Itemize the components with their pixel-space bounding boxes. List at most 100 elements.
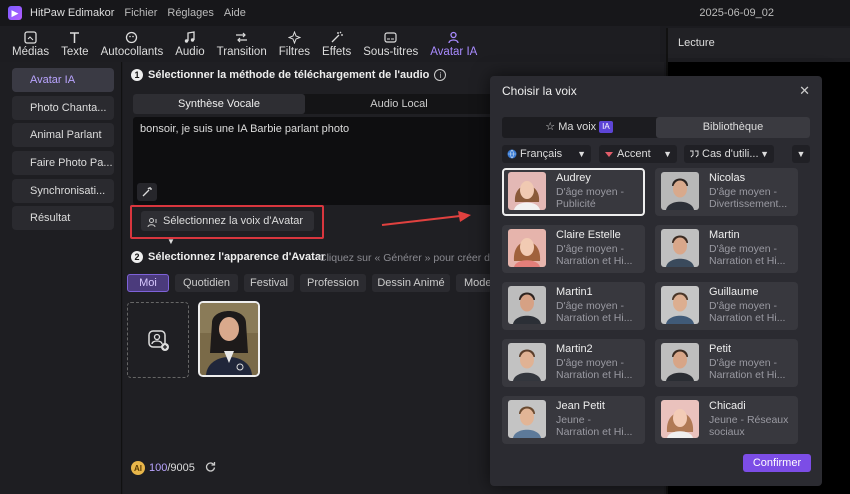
step2-heading: 2 Sélectionnez l'apparence d'Avatar bbox=[131, 251, 325, 263]
tab-my-voice[interactable]: ☆ Ma voix IA bbox=[502, 117, 656, 138]
refresh-icon[interactable] bbox=[205, 461, 216, 475]
project-name: 2025-06-09_02 bbox=[699, 7, 774, 19]
magic-wand-icon[interactable] bbox=[137, 183, 157, 201]
step2-number: 2 bbox=[131, 251, 143, 263]
select-voice-button[interactable]: Sélectionnez la voix d'Avatar ▼ bbox=[141, 211, 314, 246]
tool-label: Filtres bbox=[278, 45, 311, 58]
upload-avatar-button[interactable] bbox=[127, 302, 189, 378]
globe-icon bbox=[507, 149, 517, 159]
category-moi[interactable]: Moi bbox=[127, 274, 169, 292]
category-quotidien[interactable]: Quotidien bbox=[175, 274, 238, 292]
filter-icon bbox=[287, 31, 301, 45]
chevron-down-icon: ▼ bbox=[760, 149, 769, 159]
expand-filters-button[interactable]: ▼ bbox=[792, 145, 810, 163]
voice-card-petit[interactable]: Petit D'âge moyen - Narration et Hi... bbox=[655, 339, 798, 387]
voice-card-jean-petit[interactable]: Jean Petit Jeune - Narration et Hi... bbox=[502, 396, 645, 444]
tab-bibliotheque[interactable]: Bibliothèque bbox=[656, 117, 810, 138]
tool-audio[interactable]: Audio bbox=[169, 26, 210, 62]
tool-label: Effets bbox=[322, 45, 352, 58]
voice-select-highlight: Sélectionnez la voix d'Avatar ▼ bbox=[130, 205, 324, 246]
tool-avatar-ia[interactable]: Avatar IA bbox=[424, 26, 483, 62]
tool-sous-titres[interactable]: Sous-titres bbox=[357, 26, 424, 62]
sidebar-item-synchronisation[interactable]: Synchronisati... bbox=[12, 179, 114, 203]
sidebar-item-faire-photo-parler[interactable]: Faire Photo Pa... bbox=[12, 151, 114, 175]
menu-reglages[interactable]: Réglages bbox=[167, 7, 213, 19]
tool-medias[interactable]: Médias bbox=[0, 26, 55, 62]
voice-card-nicolas[interactable]: Nicolas D'âge moyen - Divertissement... bbox=[655, 168, 798, 216]
audio-method-tabs: Synthèse Vocale Audio Local bbox=[133, 94, 493, 114]
tool-autocollants[interactable]: Autocollants bbox=[95, 26, 170, 62]
tool-label: Texte bbox=[61, 45, 89, 58]
voice-name: Chicadi bbox=[709, 400, 746, 412]
sidebar-item-photo-chantante[interactable]: Photo Chanta... bbox=[12, 96, 114, 120]
voice-card-claire-estelle[interactable]: Claire Estelle D'âge moyen - Narration et… bbox=[502, 225, 645, 273]
voice-desc: Jeune - Réseaux sociaux bbox=[709, 414, 789, 438]
voice-avatar-jean-petit bbox=[508, 400, 546, 438]
tool-texte[interactable]: Texte bbox=[55, 26, 95, 62]
voice-card-martin[interactable]: Martin D'âge moyen - Narration et Hi... bbox=[655, 225, 798, 273]
sidebar-item-avatar-ia[interactable]: Avatar IA bbox=[12, 68, 114, 92]
confirm-button[interactable]: Confirmer bbox=[743, 454, 811, 472]
info-icon[interactable]: i bbox=[434, 69, 447, 81]
voice-avatar-nicolas bbox=[661, 172, 699, 210]
voice-card-guillaume[interactable]: Guillaume D'âge moyen - Narration et Hi..… bbox=[655, 282, 798, 330]
select-voice-label: Sélectionnez la voix d'Avatar bbox=[163, 215, 304, 227]
sidebar-item-animal-parlant[interactable]: Animal Parlant bbox=[12, 123, 114, 147]
avatar-thumbnail[interactable] bbox=[198, 301, 260, 377]
use-case-filter[interactable]: Cas d'utili... ▼ bbox=[684, 145, 774, 163]
voice-card-audrey[interactable]: Audrey D'âge moyen - Publicité bbox=[502, 168, 645, 216]
sidebar: Avatar IA Photo Chanta... Animal Parlant… bbox=[0, 62, 122, 494]
tab-synthese-vocale[interactable]: Synthèse Vocale bbox=[133, 94, 305, 114]
voice-avatar-martin bbox=[661, 229, 699, 267]
main-toolbar: Médias Texte Autocollants Audio Transiti… bbox=[0, 26, 660, 62]
voice-desc: D'âge moyen - Narration et Hi... bbox=[709, 243, 786, 267]
category-dessin-anime[interactable]: Dessin Animé bbox=[372, 274, 450, 292]
menu-fichier[interactable]: Fichier bbox=[124, 7, 157, 19]
add-photo-icon bbox=[148, 330, 169, 351]
voice-card-chicadi[interactable]: Chicadi Jeune - Réseaux sociaux bbox=[655, 396, 798, 444]
step1-title: Sélectionner la méthode de téléchargemen… bbox=[148, 69, 430, 81]
tab-audio-local[interactable]: Audio Local bbox=[305, 94, 493, 114]
voice-avatar-martin2 bbox=[508, 343, 546, 381]
language-filter[interactable]: Français ▼ bbox=[502, 145, 591, 163]
quote-icon bbox=[690, 150, 699, 158]
voice-desc: D'âge moyen - Narration et Hi... bbox=[709, 357, 786, 381]
voice-card-martin2[interactable]: Martin2 D'âge moyen - Narration et Hi... bbox=[502, 339, 645, 387]
voice-avatar-claire-estelle bbox=[508, 229, 546, 267]
category-festival[interactable]: Festival bbox=[244, 274, 294, 292]
app-name: HitPaw Edimakor bbox=[30, 7, 115, 19]
tool-label: Audio bbox=[175, 45, 205, 58]
tool-label: Avatar IA bbox=[430, 45, 478, 58]
voice-name: Audrey bbox=[556, 172, 591, 184]
voice-desc: D'âge moyen - Narration et Hi... bbox=[556, 300, 633, 324]
tts-text-input[interactable]: bonsoir, je suis une IA Barbie parlant p… bbox=[133, 117, 493, 205]
category-profession[interactable]: Profession bbox=[300, 274, 366, 292]
tool-label: Sous-titres bbox=[363, 45, 419, 58]
voice-desc: D'âge moyen - Narration et Hi... bbox=[556, 357, 633, 381]
voice-desc: D'âge moyen - Divertissement... bbox=[709, 186, 788, 210]
avatar-icon bbox=[447, 31, 461, 45]
tool-effets[interactable]: Effets bbox=[316, 26, 357, 62]
tool-label: Médias bbox=[12, 45, 50, 58]
close-icon[interactable]: ✕ bbox=[799, 83, 810, 99]
step1-number: 1 bbox=[131, 69, 143, 81]
tool-filtres[interactable]: Filtres bbox=[273, 26, 316, 62]
modal-title: Choisir la voix bbox=[502, 84, 577, 98]
category-mode[interactable]: Mode bbox=[456, 274, 492, 292]
menu-aide[interactable]: Aide bbox=[224, 7, 246, 19]
voice-card-martin1[interactable]: Martin1 D'âge moyen - Narration et Hi... bbox=[502, 282, 645, 330]
sidebar-item-resultat[interactable]: Résultat bbox=[12, 206, 114, 230]
voice-name: Guillaume bbox=[709, 286, 759, 298]
credits-used: 100 bbox=[149, 462, 168, 474]
tool-transition[interactable]: Transition bbox=[211, 26, 273, 62]
coin-icon: AI bbox=[131, 461, 145, 475]
voice-source-tabs: ☆ Ma voix IA Bibliothèque bbox=[502, 117, 810, 138]
voice-avatar-guillaume bbox=[661, 286, 699, 324]
chevron-down-icon: ▼ bbox=[796, 149, 806, 159]
voice-name: Petit bbox=[709, 343, 732, 355]
accent-filter[interactable]: Accent ▼ bbox=[599, 145, 677, 163]
chevron-down-icon: ▼ bbox=[577, 149, 586, 159]
transition-icon bbox=[235, 31, 249, 45]
audio-icon bbox=[183, 31, 197, 45]
voice-avatar-audrey bbox=[508, 172, 546, 210]
